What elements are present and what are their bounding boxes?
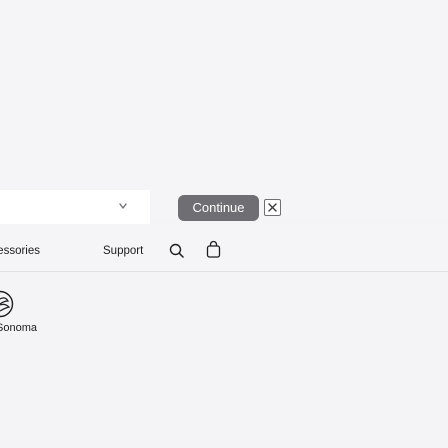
page: Continue Accessories Support Sonoma: [0, 0, 448, 448]
nav-item-support[interactable]: Support: [103, 244, 143, 258]
shopping-bag-icon[interactable]: [205, 240, 222, 259]
product-label-sonoma[interactable]: Sonoma: [0, 322, 37, 334]
chevron-down-icon[interactable]: [115, 198, 131, 214]
macos-sonoma-icon[interactable]: [0, 290, 14, 318]
locale-banner: [0, 0, 448, 218]
search-icon[interactable]: [168, 242, 186, 260]
product-strip: [0, 273, 448, 448]
global-nav: [0, 224, 448, 272]
close-icon[interactable]: [264, 199, 281, 216]
continue-button[interactable]: Continue: [178, 195, 259, 221]
nav-item-accessories[interactable]: Accessories: [0, 244, 40, 258]
